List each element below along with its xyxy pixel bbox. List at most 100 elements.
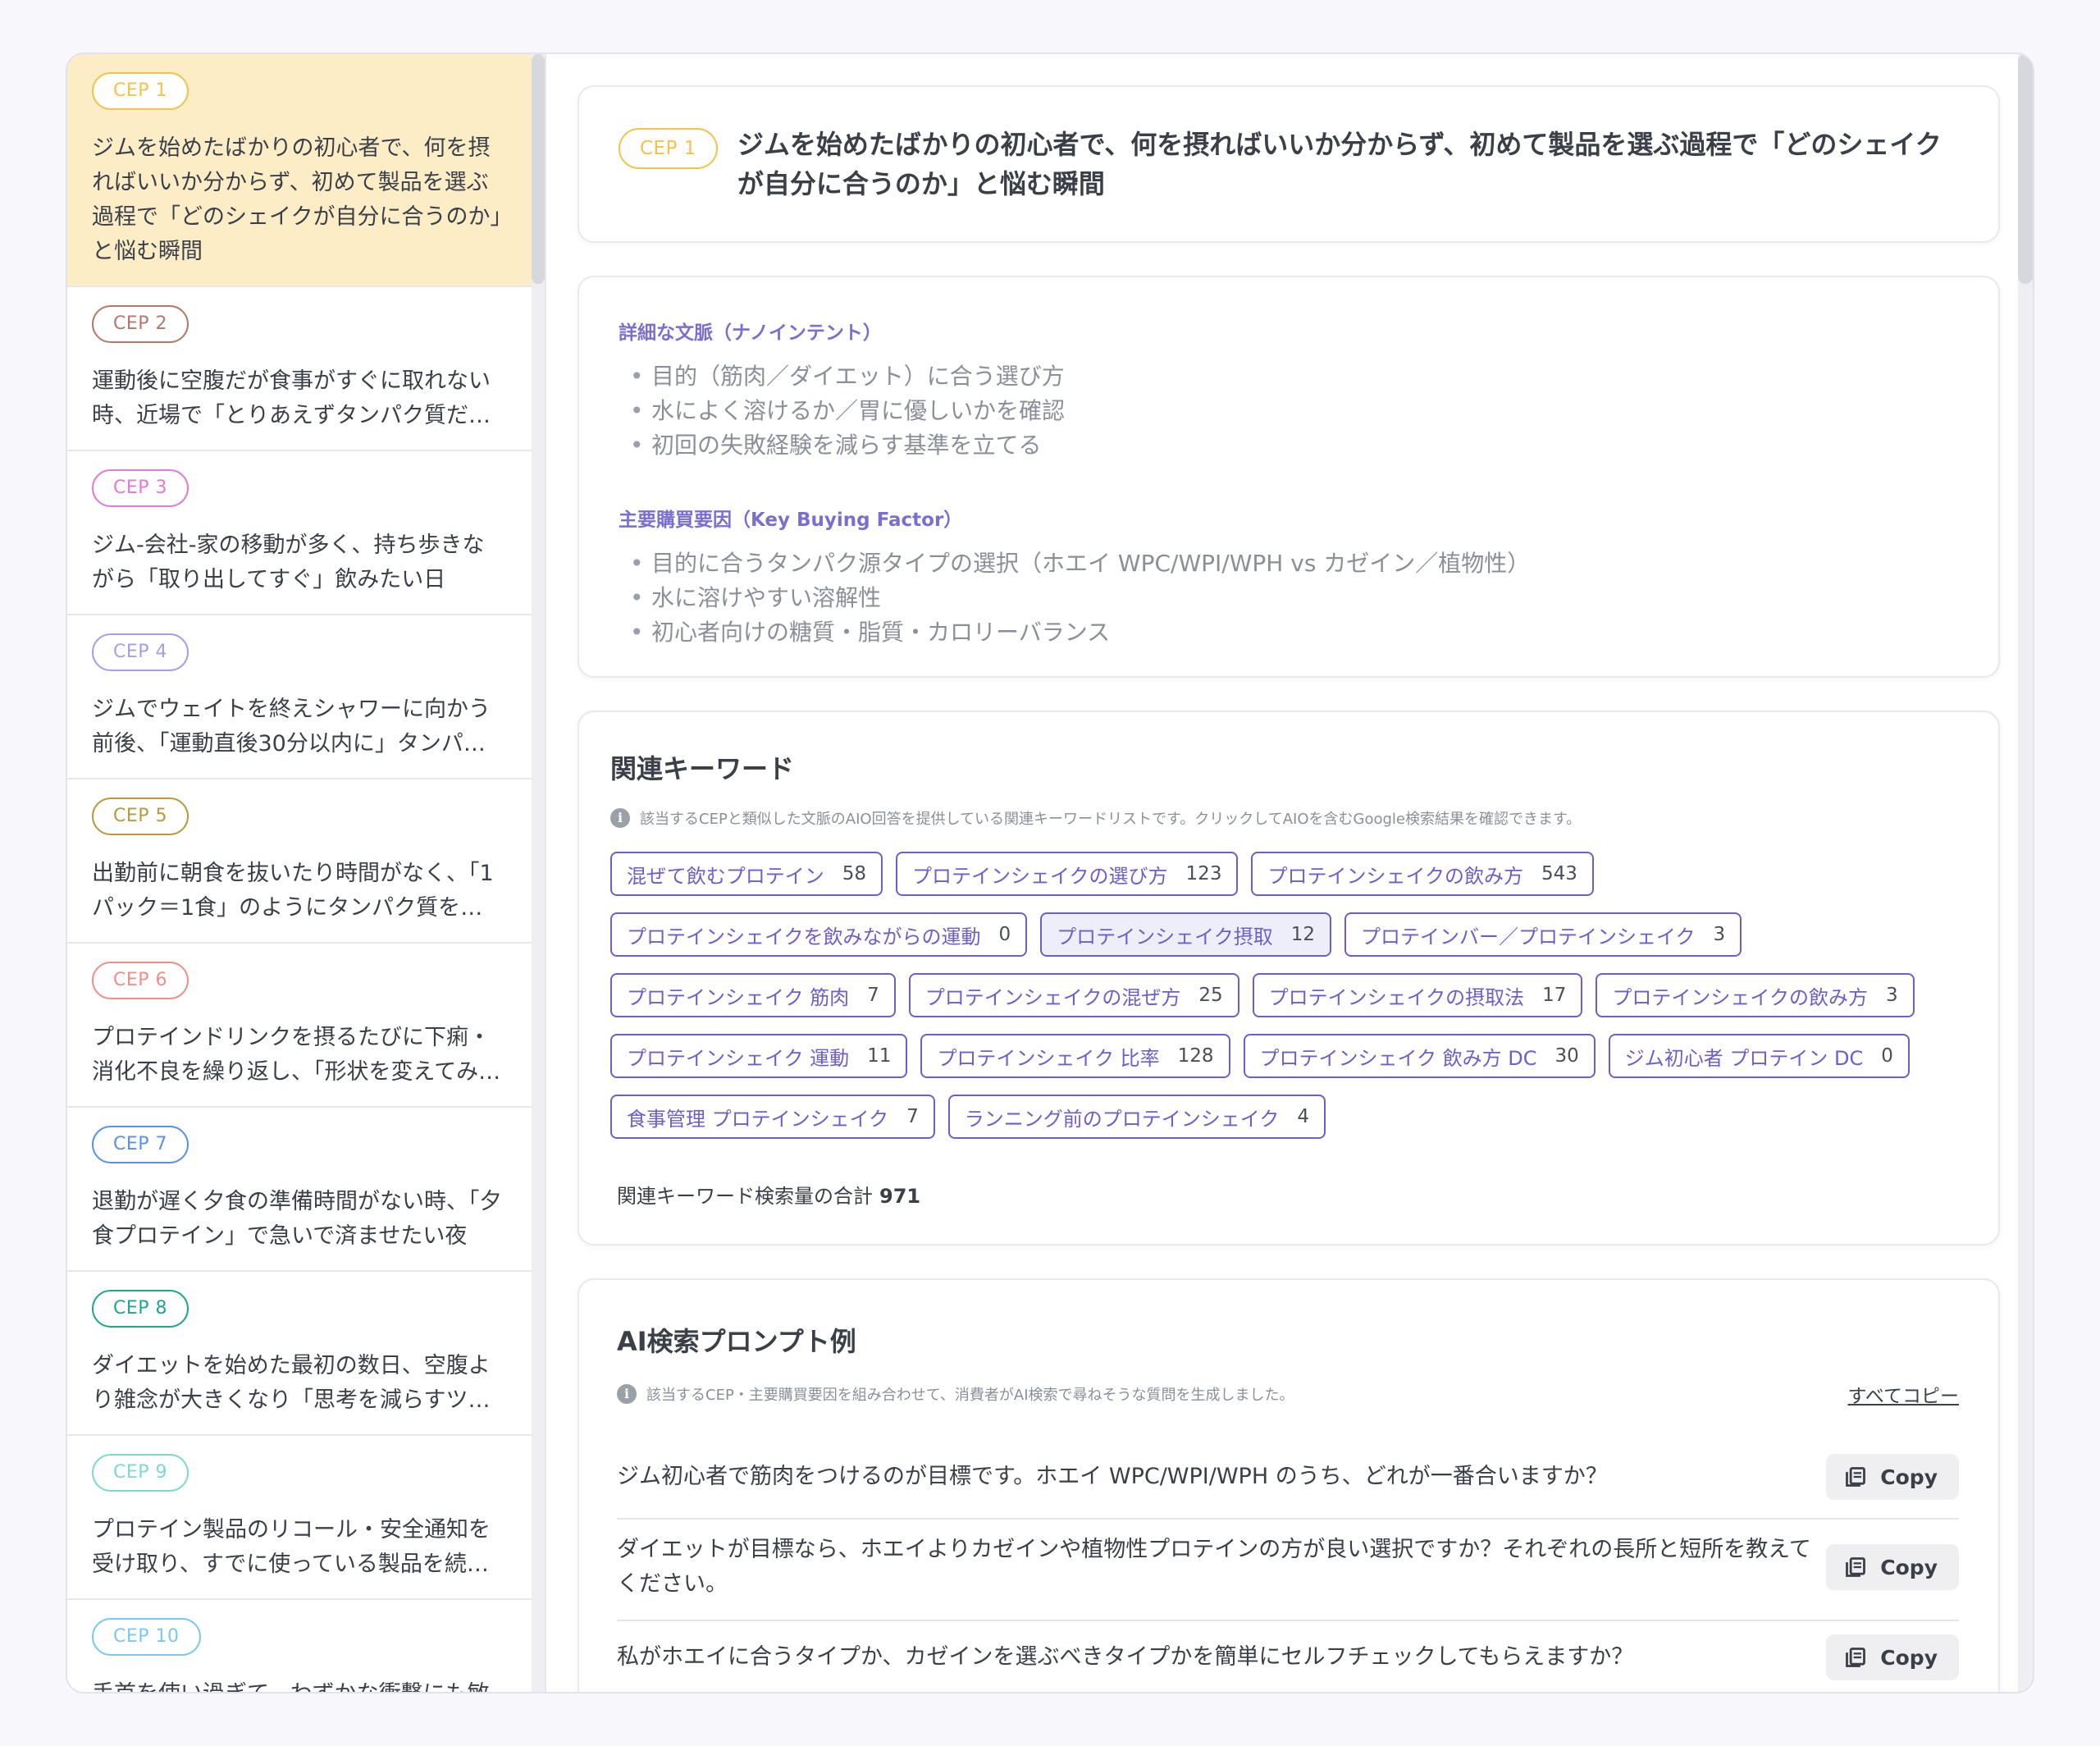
- keyword-chip[interactable]: プロテインシェイクの飲み方 3: [1596, 973, 1915, 1017]
- cep-list-item[interactable]: CEP 2 運動後に空腹だが食事がすぐに取れない時、近場で「とりあえずタンパク質だ…: [67, 287, 545, 451]
- copy-button[interactable]: Copy: [1826, 1544, 1959, 1590]
- detail-context-list: 目的（筋肉／ダイエット）に合う選び方水によく溶けるか／胃に優しいかを確認初回の失…: [619, 359, 1957, 463]
- keyword-chip[interactable]: プロテインシェイクの飲み方 543: [1251, 852, 1594, 896]
- keyword-chip-label: プロテインシェイク 筋肉: [627, 985, 850, 1009]
- sidebar-scrollbar-thumb[interactable]: [532, 54, 545, 284]
- keyword-chip[interactable]: ジム初心者 プロテイン DC 0: [1608, 1034, 1910, 1078]
- prompt-text: ジム初心者で筋肉をつけるのが目標です。ホエイ WPC/WPI/WPH のうち、ど…: [617, 1464, 1608, 1489]
- cep-badge: CEP 1: [92, 72, 189, 110]
- cep-title: ジムを始めたばかりの初心者で、何を摂ればいいか分からず、初めて製品を選ぶ過程で「…: [737, 129, 1942, 199]
- kbf-list: 目的に合うタンパク源タイプの選択（ホエイ WPC/WPI/WPH vs カゼイン…: [619, 546, 1957, 650]
- main-scrollbar[interactable]: [2018, 54, 2033, 1692]
- cep-item-text: ジム-会社-家の移動が多く、持ち歩きながら「取り出してすぐ」飲みたい日: [92, 532, 485, 592]
- keyword-chip-label: プロテインシェイク 比率: [937, 1046, 1160, 1070]
- bullet-item: 水によく溶けるか／胃に優しいかを確認: [619, 394, 1957, 428]
- sidebar-scrollbar[interactable]: [532, 54, 545, 1692]
- keyword-chip-label: プロテインシェイクの摂取法: [1268, 985, 1525, 1009]
- keyword-chip-count: 3: [1885, 985, 1898, 1006]
- keyword-chip[interactable]: プロテインシェイクを飲みながらの運動 0: [610, 912, 1028, 957]
- bullet-item: 目的に合うタンパク源タイプの選択（ホエイ WPC/WPI/WPH vs カゼイン…: [619, 546, 1957, 581]
- cep-item-text: ダイエットを始めた最初の数日、空腹より雑念が大きくなり「思考を減らすツール」を探…: [92, 1353, 491, 1413]
- info-icon: i: [617, 1384, 637, 1404]
- cep-list-item[interactable]: CEP 4 ジムでウェイトを終えシャワーに向かう前後、「運動直後30分以内に」タン…: [67, 615, 545, 779]
- cep-sidebar[interactable]: CEP 1 ジムを始めたばかりの初心者で、何を摂ればいいか分からず、初めて製品を選…: [67, 54, 546, 1692]
- keyword-chip[interactable]: プロテインシェイクの混ぜ方 25: [908, 973, 1239, 1017]
- keyword-chip-label: プロテインシェイクの飲み方: [1612, 985, 1868, 1009]
- keyword-chip[interactable]: 食事管理 プロテインシェイク 7: [610, 1095, 935, 1139]
- keyword-chip-label: 混ぜて飲むプロテイン: [627, 864, 824, 888]
- keyword-chip-label: プロテインシェイクの飲み方: [1267, 864, 1523, 888]
- copy-icon: [1846, 1557, 1866, 1577]
- copy-button[interactable]: Copy: [1826, 1454, 1959, 1500]
- copy-button-label: Copy: [1880, 1645, 1938, 1670]
- keyword-chip-count: 543: [1541, 863, 1577, 884]
- copy-button-label: Copy: [1880, 1555, 1938, 1579]
- prompt-row: ダイエットが目標なら、ホエイよりカゼインや植物性プロテインの方が良い選択ですか？…: [617, 1520, 1959, 1621]
- bullet-item: 初心者向けの糖質・脂質・カロリーバランス: [619, 615, 1957, 650]
- keyword-chip-count: 7: [867, 985, 879, 1006]
- ai-prompts-note-row: i 該当するCEP・主要購買要因を組み合わせて、消費者がAI検索で尋ねそうな質問…: [617, 1380, 1959, 1408]
- bullet-item: 初回の失敗経験を減らす基準を立てる: [619, 428, 1957, 463]
- detail-context-label: 詳細な文脈（ナノインテント）: [619, 322, 882, 344]
- keyword-chip-label: プロテインバー／プロテインシェイク: [1360, 925, 1696, 948]
- cep-list-item[interactable]: CEP 3 ジム-会社-家の移動が多く、持ち歩きながら「取り出してすぐ」飲みたい日: [67, 451, 545, 615]
- cep-list-item[interactable]: CEP 5 出勤前に朝食を抜いたり時間がなく、「1パック＝1食」のようにタンパク質…: [67, 779, 545, 944]
- info-icon: i: [610, 808, 630, 828]
- keyword-chip-count: 30: [1554, 1045, 1579, 1067]
- prompt-text: 私がホエイに合うタイプか、カゼインを選ぶべきタイプかを簡単にセルフチェックしても…: [617, 1644, 1634, 1670]
- keyword-chip[interactable]: プロテインシェイクの摂取法 17: [1252, 973, 1583, 1017]
- copy-icon: [1846, 1648, 1866, 1667]
- keyword-chip-label: プロテインシェイク 運動: [627, 1046, 850, 1070]
- keyword-chip-label: 食事管理 プロテインシェイク: [627, 1107, 889, 1131]
- prompt-text: ダイエットが目標なら、ホエイよりカゼインや植物性プロテインの方が良い選択ですか？…: [617, 1537, 1811, 1597]
- keyword-chip-count: 4: [1297, 1106, 1309, 1127]
- cep-list-item[interactable]: CEP 10 手首を使い過ぎて、わずかな衝撃にも敏感になる時: [67, 1600, 545, 1692]
- copy-button[interactable]: Copy: [1826, 1634, 1959, 1680]
- copy-icon: [1846, 1467, 1866, 1487]
- keyword-chip-label: プロテインシェイクの選び方: [912, 864, 1168, 888]
- prompt-row: 私がホエイに合うタイプか、カゼインを選ぶべきタイプかを簡単にセルフチェックしても…: [617, 1621, 1959, 1692]
- copy-button-label: Copy: [1880, 1465, 1938, 1489]
- keyword-chip[interactable]: プロテインシェイク 運動 11: [610, 1034, 908, 1078]
- cep-badge: CEP 7: [92, 1126, 189, 1163]
- keyword-chip[interactable]: プロテインバー／プロテインシェイク 3: [1344, 912, 1742, 957]
- cep-title-card: CEP 1 ジムを始めたばかりの初心者で、何を摂ればいいか分からず、初めて製品を…: [578, 85, 2000, 243]
- cep-list-item[interactable]: CEP 6 プロテインドリンクを摂るたびに下痢・消化不良を繰り返し、「形状を変えて…: [67, 944, 545, 1108]
- keyword-chip[interactable]: プロテインシェイク 筋肉 7: [610, 973, 896, 1017]
- cep-item-text: 運動後に空腹だが食事がすぐに取れない時、近場で「とりあえずタンパク質だけでも補い…: [92, 368, 491, 428]
- ai-prompts-note: i 該当するCEP・主要購買要因を組み合わせて、消費者がAI検索で尋ねそうな質問…: [617, 1383, 1294, 1405]
- keywords-note: i 該当するCEPと類似した文脈のAIO回答を提供している関連キーワードリストで…: [610, 807, 1962, 829]
- cep-badge: CEP 2: [92, 305, 189, 343]
- keyword-total-label: 関連キーワード検索量の合計: [617, 1185, 873, 1208]
- main-scrollbar-thumb[interactable]: [2018, 54, 2033, 284]
- keyword-chip[interactable]: プロテインシェイクの選び方 123: [896, 852, 1239, 896]
- app-window: CEP 1 ジムを始めたばかりの初心者で、何を摂ればいいか分からず、初めて製品を選…: [66, 53, 2034, 1693]
- cep-list-item[interactable]: CEP 1 ジムを始めたばかりの初心者で、何を摂ればいいか分からず、初めて製品を選…: [67, 54, 545, 287]
- keyword-chip[interactable]: 混ぜて飲むプロテイン 58: [610, 852, 883, 896]
- keyword-chip-label: ランニング前のプロテインシェイク: [964, 1107, 1280, 1131]
- keyword-chip[interactable]: プロテインシェイク 飲み方 DC 30: [1243, 1034, 1596, 1078]
- keyword-chip[interactable]: ランニング前のプロテインシェイク 4: [947, 1095, 1326, 1139]
- cep-list-item[interactable]: CEP 7 退勤が遅く夕食の準備時間がない時、「夕食プロテイン」で急いで済ませたい…: [67, 1108, 545, 1272]
- kbf-label: 主要購買要因（Key Buying Factor）: [619, 510, 963, 531]
- keyword-chip[interactable]: プロテインシェイク 比率 128: [920, 1034, 1230, 1078]
- cep-list-item[interactable]: CEP 8 ダイエットを始めた最初の数日、空腹より雑念が大きくなり「思考を減らすツ…: [67, 1272, 545, 1436]
- keyword-total-value: 971: [879, 1185, 921, 1208]
- context-card: 詳細な文脈（ナノインテント） 目的（筋肉／ダイエット）に合う選び方水によく溶ける…: [578, 276, 2000, 678]
- ai-prompts-heading: AI検索プロンプト例: [617, 1326, 856, 1357]
- copy-all-link[interactable]: すべてコピー: [1848, 1380, 1959, 1408]
- keyword-total: 関連キーワード検索量の合計 971: [610, 1180, 1962, 1209]
- cep-badge: CEP 8: [92, 1290, 189, 1328]
- ai-prompts-card: AI検索プロンプト例 i 該当するCEP・主要購買要因を組み合わせて、消費者がA…: [578, 1278, 2000, 1692]
- keyword-chip-count: 25: [1198, 985, 1223, 1006]
- keyword-chip[interactable]: プロテインシェイク摂取 12: [1040, 912, 1331, 957]
- keyword-chip-count: 58: [842, 863, 867, 884]
- keywords-note-text: 該当するCEPと類似した文脈のAIO回答を提供している関連キーワードリストです。…: [640, 811, 1582, 828]
- keyword-chip-count: 12: [1290, 924, 1315, 945]
- keyword-chip-count: 123: [1185, 863, 1222, 884]
- cep-list-item[interactable]: CEP 9 プロテイン製品のリコール・安全通知を受け取り、すでに使っている製品を続…: [67, 1436, 545, 1600]
- cep-item-text: ジムを始めたばかりの初心者で、何を摂ればいいか分からず、初めて製品を選ぶ過程で「…: [92, 135, 501, 264]
- cep-item-text: 退勤が遅く夕食の準備時間がない時、「夕食プロテイン」で急いで済ませたい夜: [92, 1189, 502, 1249]
- bullet-item: 水に溶けやすい溶解性: [619, 581, 1957, 615]
- cep-badge: CEP 4: [92, 633, 189, 671]
